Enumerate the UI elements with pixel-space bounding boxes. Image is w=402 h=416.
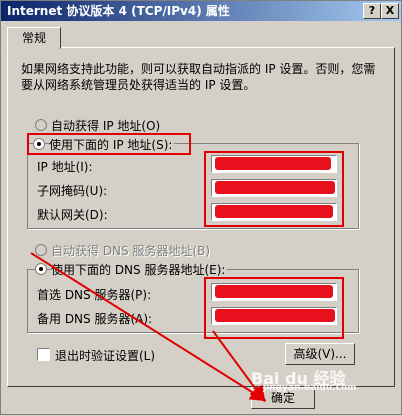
redaction-mask [215, 181, 335, 194]
auto-ip-radio[interactable] [35, 119, 47, 131]
title-bar: Internet 协议版本 4 (TCP/IPv4) 属性 ? X [1, 1, 401, 21]
manual-ip-radio[interactable] [33, 138, 45, 150]
auto-ip-label: 自动获得 IP 地址(O) [51, 119, 161, 133]
description-text: 如果网络支持此功能，则可以获取自动指派的 IP 设置。否则，您需要从网络系统管理… [21, 62, 376, 92]
help-button[interactable]: ? [363, 3, 381, 19]
validate-checkbox[interactable] [37, 348, 50, 361]
auto-dns-radio[interactable] [35, 244, 47, 256]
default-gateway-label: 默认网关(D): [37, 208, 108, 222]
manual-ip-label: 使用下面的 IP 地址(S): [49, 136, 175, 153]
subnet-mask-label: 子网掩码(U): [37, 184, 108, 198]
manual-dns-radio[interactable] [35, 263, 47, 275]
watermark-site: jingyan.baidu.com [263, 383, 357, 393]
auto-dns-label: 自动获得 DNS 服务器地址(B) [51, 244, 211, 258]
ip-address-label: IP 地址(I): [37, 160, 93, 174]
window-title: Internet 协议版本 4 (TCP/IPv4) 属性 [7, 4, 230, 18]
manual-dns-label: 使用下面的 DNS 服务器地址(E): [51, 261, 228, 278]
redaction-alternate-dns [215, 309, 335, 322]
tab-general[interactable]: 常规 [7, 27, 61, 49]
close-button[interactable]: X [381, 3, 399, 19]
advanced-button[interactable]: 高级(V)... [285, 343, 355, 365]
redaction-ip [215, 157, 331, 170]
alternate-dns-label: 备用 DNS 服务器(A): [37, 312, 153, 326]
redaction-preferred-dns [215, 285, 333, 298]
validate-label: 退出时验证设置(L) [55, 349, 156, 363]
redaction-gateway [215, 205, 333, 218]
preferred-dns-label: 首选 DNS 服务器(P): [37, 288, 152, 302]
tcpip-properties-dialog: Internet 协议版本 4 (TCP/IPv4) 属性 ? X 常规 如果网… [0, 0, 402, 415]
